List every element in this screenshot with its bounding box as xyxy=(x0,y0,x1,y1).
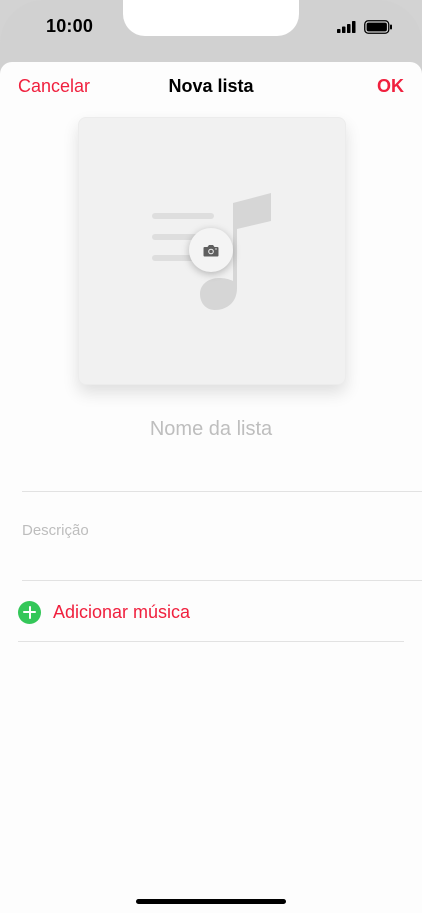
playlist-name-input[interactable]: Nome da lista xyxy=(20,418,402,454)
status-time: 10:00 xyxy=(46,16,94,36)
notch xyxy=(123,0,299,36)
device-frame: 10:00 Cancelar Nova lista OK Nome da lis… xyxy=(0,0,422,913)
new-playlist-sheet: Cancelar Nova lista OK Nome da lista Des… xyxy=(0,62,422,913)
ok-button[interactable]: OK xyxy=(377,76,404,97)
playlist-artwork[interactable] xyxy=(78,117,346,385)
screen: 10:00 Cancelar Nova lista OK Nome da lis… xyxy=(0,0,422,913)
camera-icon xyxy=(203,244,219,256)
description-input[interactable]: Descrição xyxy=(22,522,402,544)
divider xyxy=(22,580,422,581)
add-music-label: Adicionar música xyxy=(53,601,191,622)
home-indicator[interactable] xyxy=(136,899,286,904)
page-title: Nova lista xyxy=(168,76,254,96)
battery-icon xyxy=(364,20,392,34)
divider xyxy=(18,641,404,642)
plus-circle-icon xyxy=(18,600,41,624)
add-music-button[interactable]: Adicionar música xyxy=(18,598,404,626)
add-photo-button[interactable] xyxy=(189,228,233,272)
cellular-signal-icon xyxy=(337,21,356,33)
divider xyxy=(22,491,422,492)
